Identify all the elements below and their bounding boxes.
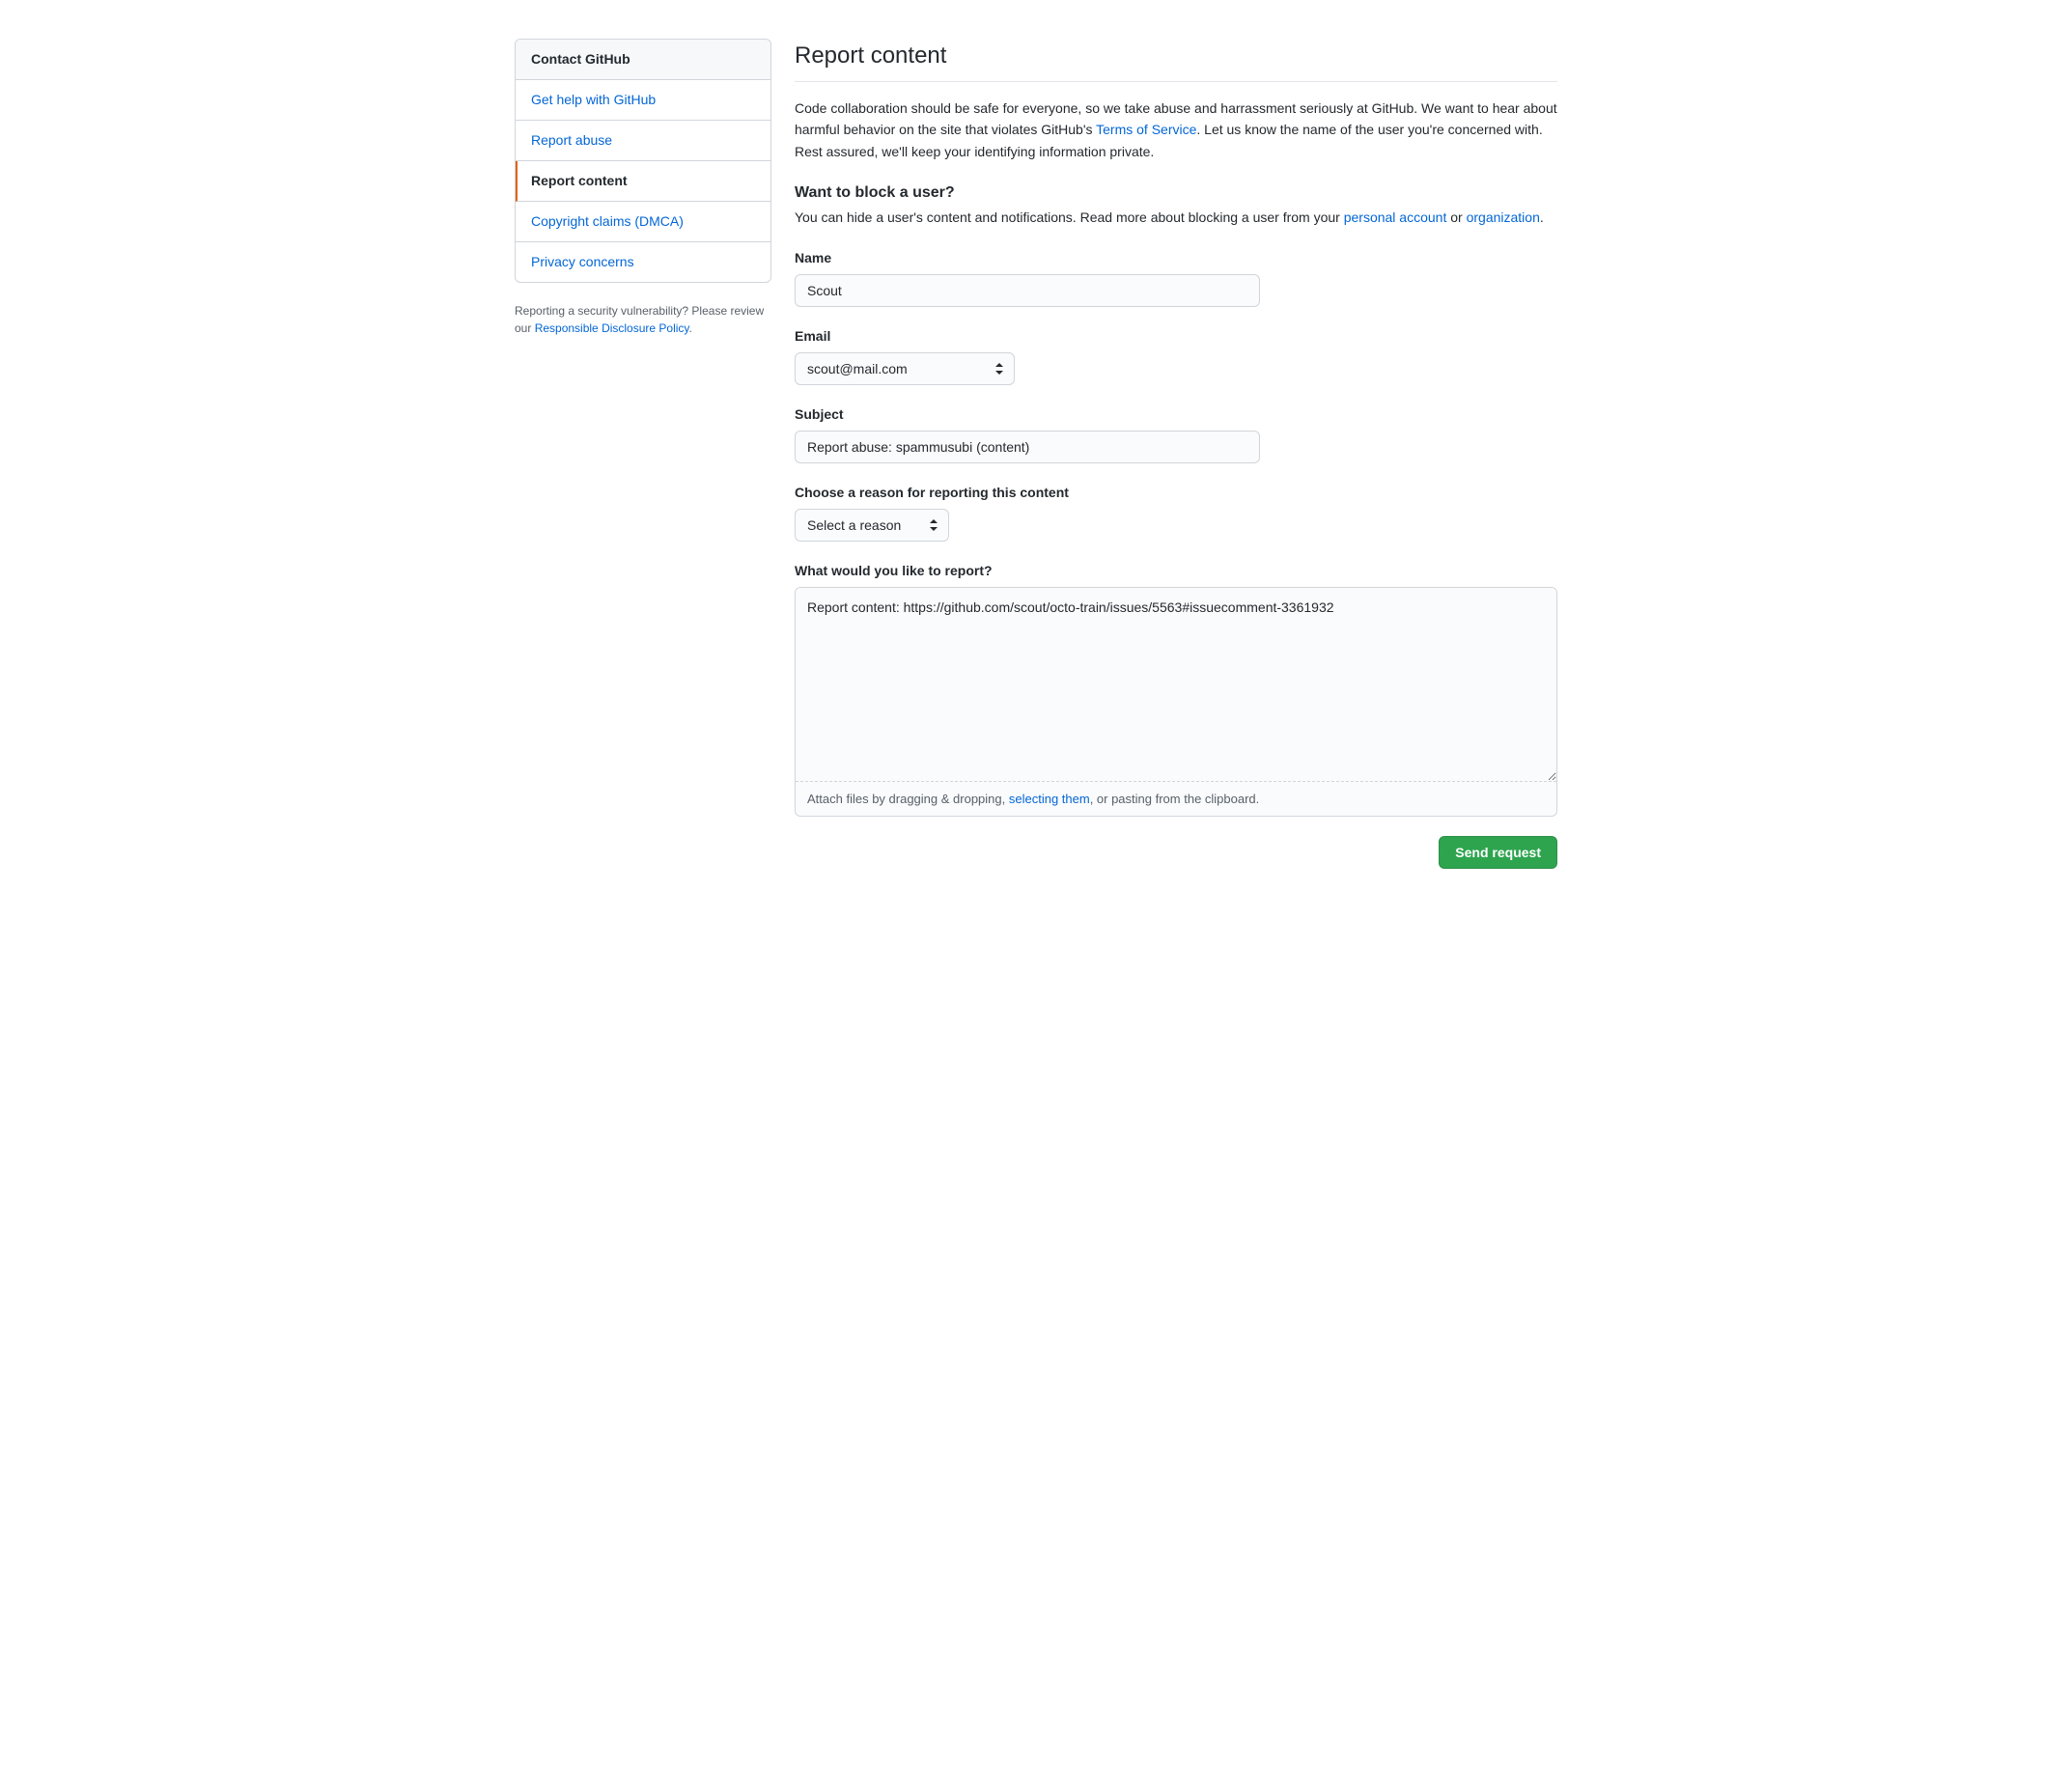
subject-label: Subject <box>795 404 1557 425</box>
block-text-1: You can hide a user's content and notifi… <box>795 209 1344 225</box>
attach-text-1: Attach files by dragging & dropping, <box>807 792 1009 806</box>
organization-link[interactable]: organization <box>1467 209 1540 225</box>
reason-label: Choose a reason for reporting this conte… <box>795 483 1557 503</box>
sidebar-item-get-help[interactable]: Get help with GitHub <box>516 80 770 121</box>
body-textarea[interactable] <box>796 588 1556 781</box>
reason-select[interactable]: Select a reason <box>795 509 949 542</box>
sidebar-note: Reporting a security vulnerability? Plea… <box>515 302 771 337</box>
name-label: Name <box>795 248 1557 268</box>
block-user-heading: Want to block a user? <box>795 181 1557 205</box>
responsible-disclosure-link[interactable]: Responsible Disclosure Policy <box>535 321 689 335</box>
sidebar-menu: Contact GitHub Get help with GitHub Repo… <box>515 39 771 283</box>
sidebar: Contact GitHub Get help with GitHub Repo… <box>515 39 771 869</box>
email-select[interactable]: scout@mail.com <box>795 352 1015 385</box>
subject-group: Subject <box>795 404 1557 463</box>
sidebar-item-report-content: Report content <box>516 161 770 202</box>
personal-account-link[interactable]: personal account <box>1344 209 1447 225</box>
sidebar-item-report-abuse[interactable]: Report abuse <box>516 121 770 161</box>
subject-input[interactable] <box>795 431 1260 463</box>
textarea-wrapper: Attach files by dragging & dropping, sel… <box>795 587 1557 818</box>
block-suffix: . <box>1540 209 1544 225</box>
form-actions: Send request <box>795 836 1557 869</box>
attach-bar[interactable]: Attach files by dragging & dropping, sel… <box>796 781 1556 817</box>
email-label: Email <box>795 326 1557 347</box>
reason-group: Choose a reason for reporting this conte… <box>795 483 1557 542</box>
intro-paragraph: Code collaboration should be safe for ev… <box>795 97 1557 162</box>
sidebar-header: Contact GitHub <box>516 40 770 80</box>
sidebar-item-copyright-dmca[interactable]: Copyright claims (DMCA) <box>516 202 770 242</box>
terms-of-service-link[interactable]: Terms of Service <box>1096 122 1196 137</box>
attach-text-2: , or pasting from the clipboard. <box>1090 792 1260 806</box>
name-input[interactable] <box>795 274 1260 307</box>
main-content: Report content Code collaboration should… <box>795 39 1557 869</box>
block-user-description: You can hide a user's content and notifi… <box>795 207 1557 228</box>
note-suffix: . <box>689 321 692 335</box>
name-group: Name <box>795 248 1557 307</box>
email-group: Email scout@mail.com <box>795 326 1557 385</box>
page-title: Report content <box>795 39 1557 82</box>
send-request-button[interactable]: Send request <box>1439 836 1557 869</box>
attach-select-link[interactable]: selecting them <box>1009 792 1090 806</box>
body-label: What would you like to report? <box>795 561 1557 581</box>
body-group: What would you like to report? Attach fi… <box>795 561 1557 818</box>
sidebar-item-privacy[interactable]: Privacy concerns <box>516 242 770 282</box>
block-or: or <box>1446 209 1466 225</box>
